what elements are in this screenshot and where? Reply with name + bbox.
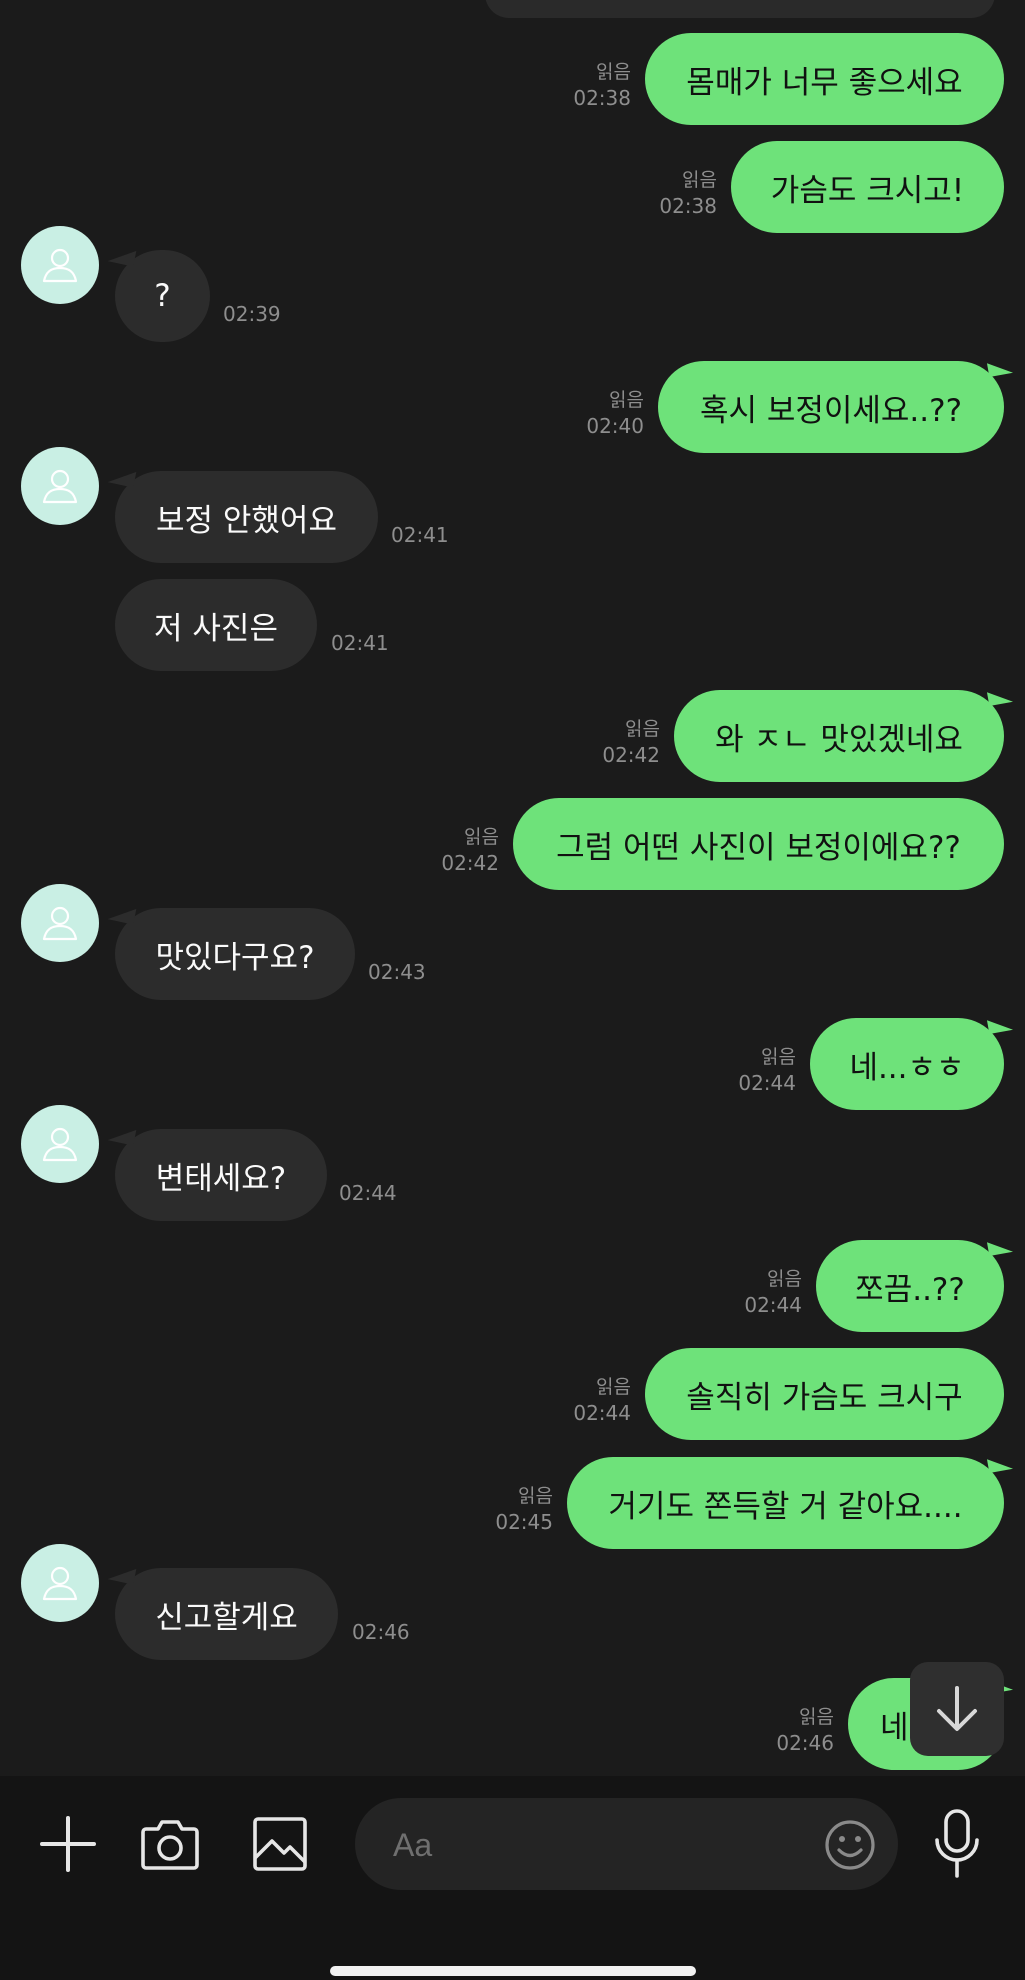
voice-button[interactable] xyxy=(928,1806,986,1882)
message-row: 저 사진은 02:41 xyxy=(0,579,1025,671)
message-meta: 읽음 02:40 xyxy=(586,387,644,439)
message-row: 읽음 02:46 네 xyxy=(0,1678,1025,1770)
emoji-icon xyxy=(825,1820,875,1870)
outgoing-message-bubble[interactable]: 솔직히 가슴도 크시구 xyxy=(645,1348,1004,1440)
outgoing-message-bubble[interactable]: 네...ㅎㅎ xyxy=(810,1018,1004,1110)
read-receipt: 읽음 xyxy=(799,1706,834,1728)
contact-avatar[interactable] xyxy=(21,447,99,525)
message-row: 읽음 02:38 몸매가 너무 좋으세요 xyxy=(0,33,1025,125)
microphone-icon xyxy=(935,1809,979,1878)
incoming-message-bubble[interactable]: 저 사진은 xyxy=(115,579,317,671)
camera-button[interactable] xyxy=(136,1812,204,1876)
message-time: 02:46 xyxy=(352,1620,410,1644)
person-icon xyxy=(42,1127,78,1162)
gallery-button[interactable] xyxy=(248,1812,312,1876)
message-time: 02:41 xyxy=(331,631,389,655)
message-row: 읽음 02:42 그럼 어떤 사진이 보정이에요?? xyxy=(0,798,1025,890)
read-receipt: 읽음 xyxy=(767,1268,802,1290)
message-row: 신고할게요 02:46 xyxy=(0,1544,1025,1660)
camera-icon xyxy=(141,1820,199,1870)
message-row: 읽음 02:44 네...ㅎㅎ xyxy=(0,1018,1025,1110)
message-row: ? 02:39 xyxy=(0,226,1025,342)
scroll-to-bottom-button[interactable] xyxy=(910,1662,1004,1756)
outgoing-message-bubble[interactable]: 거기도 쫀득할 거 같아요.... xyxy=(567,1457,1004,1549)
message-row: 읽음 02:44 솔직히 가슴도 크시구 xyxy=(0,1348,1025,1440)
image-icon xyxy=(253,1817,307,1871)
read-receipt: 읽음 xyxy=(609,389,644,411)
home-indicator xyxy=(330,1966,696,1976)
message-time: 02:44 xyxy=(744,1293,802,1317)
message-row: 읽음 02:44 쪼끔..?? xyxy=(0,1240,1025,1332)
message-time: 02:46 xyxy=(776,1731,834,1755)
message-time: 02:44 xyxy=(573,1401,631,1425)
message-time: 02:45 xyxy=(495,1510,553,1534)
outgoing-message-bubble[interactable]: 혹시 보정이세요..?? xyxy=(658,361,1004,453)
message-row: 읽음 02:42 와 ㅈㄴ 맛있겠네요 xyxy=(0,690,1025,782)
incoming-message-bubble[interactable]: ? xyxy=(115,250,210,342)
arrow-down-icon xyxy=(937,1686,977,1731)
outgoing-message-bubble[interactable]: 가슴도 크시고! xyxy=(731,141,1004,233)
contact-avatar[interactable] xyxy=(21,1544,99,1622)
message-row: 보정 안했어요 02:41 xyxy=(0,447,1025,563)
person-icon xyxy=(42,469,78,504)
outgoing-message-bubble[interactable]: 와 ㅈㄴ 맛있겠네요 xyxy=(674,690,1004,782)
message-time: 02:38 xyxy=(573,86,631,110)
message-composer xyxy=(0,1776,1025,1980)
message-meta: 읽음 02:44 xyxy=(744,1266,802,1318)
message-row: 읽음 02:45 거기도 쫀득할 거 같아요.... xyxy=(0,1457,1025,1549)
message-meta: 읽음 02:44 xyxy=(573,1374,631,1426)
message-time: 02:44 xyxy=(738,1071,796,1095)
message-time: 02:40 xyxy=(586,414,644,438)
contact-avatar[interactable] xyxy=(21,226,99,304)
outgoing-message-bubble[interactable]: 그럼 어떤 사진이 보정이에요?? xyxy=(513,798,1004,890)
read-receipt: 읽음 xyxy=(682,169,717,191)
message-time: 02:42 xyxy=(441,851,499,875)
message-time: 02:38 xyxy=(659,194,717,218)
message-meta: 읽음 02:46 xyxy=(776,1704,834,1756)
message-meta: 읽음 02:44 xyxy=(738,1044,796,1096)
message-meta: 읽음 02:38 xyxy=(659,167,717,219)
message-row: 읽음 02:38 가슴도 크시고! xyxy=(0,141,1025,233)
contact-avatar[interactable] xyxy=(21,884,99,962)
read-receipt: 읽음 xyxy=(761,1046,796,1068)
person-icon xyxy=(42,906,78,941)
message-time: 02:43 xyxy=(368,960,426,984)
message-time: 02:39 xyxy=(223,302,281,326)
message-meta: 읽음 02:45 xyxy=(495,1483,553,1535)
read-receipt: 읽음 xyxy=(596,61,631,83)
message-row: 맛있다구요? 02:43 xyxy=(0,884,1025,1000)
outgoing-message-bubble[interactable]: 쪼끔..?? xyxy=(816,1240,1004,1332)
incoming-message-bubble[interactable]: 변태세요? xyxy=(115,1129,327,1221)
read-receipt: 읽음 xyxy=(518,1485,553,1507)
message-meta: 읽음 02:38 xyxy=(573,59,631,111)
previous-message-bubble xyxy=(485,0,995,18)
message-row: 변태세요? 02:44 xyxy=(0,1105,1025,1221)
add-button[interactable] xyxy=(34,1810,102,1878)
message-time: 02:44 xyxy=(339,1181,397,1205)
message-meta: 읽음 02:42 xyxy=(441,824,499,876)
incoming-message-bubble[interactable]: 보정 안했어요 xyxy=(115,471,378,563)
message-meta: 읽음 02:42 xyxy=(602,716,660,768)
incoming-message-bubble[interactable]: 신고할게요 xyxy=(115,1568,338,1660)
read-receipt: 읽음 xyxy=(596,1376,631,1398)
message-input[interactable] xyxy=(391,1798,815,1892)
contact-avatar[interactable] xyxy=(21,1105,99,1183)
message-row: 읽음 02:40 혹시 보정이세요..?? xyxy=(0,361,1025,453)
person-icon xyxy=(42,248,78,283)
chat-area: 읽음 02:38 몸매가 너무 좋으세요 읽음 02:38 가슴도 크시고! ?… xyxy=(0,0,1025,1776)
message-input-wrapper xyxy=(355,1798,898,1892)
outgoing-message-bubble[interactable]: 몸매가 너무 좋으세요 xyxy=(645,33,1004,125)
emoji-button[interactable] xyxy=(823,1818,877,1872)
read-receipt: 읽음 xyxy=(464,826,499,848)
read-receipt: 읽음 xyxy=(625,718,660,740)
message-time: 02:42 xyxy=(602,743,660,767)
plus-icon xyxy=(40,1816,96,1872)
message-time: 02:41 xyxy=(391,523,449,547)
incoming-message-bubble[interactable]: 맛있다구요? xyxy=(115,908,355,1000)
person-icon xyxy=(42,1566,78,1601)
